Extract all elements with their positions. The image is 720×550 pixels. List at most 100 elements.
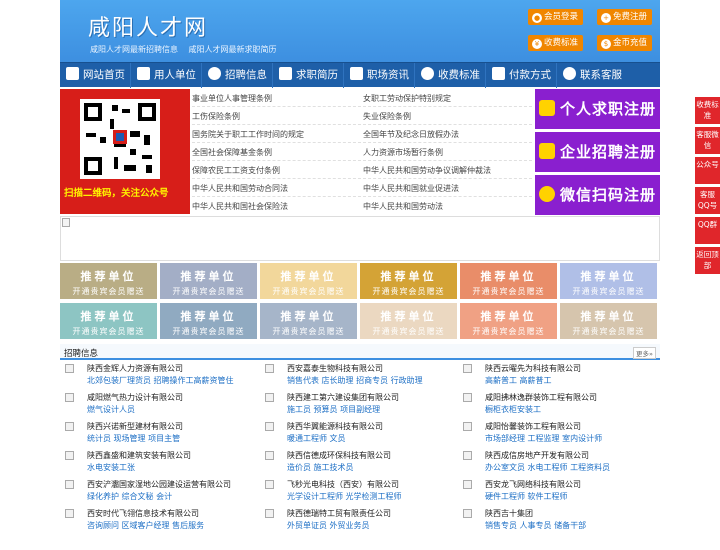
company-name[interactable]: 陕西成信房地产开发有限公司 xyxy=(485,450,589,461)
company-logo-image[interactable] xyxy=(65,451,74,460)
recharge-button[interactable]: $ 金币充值 xyxy=(597,35,653,51)
company-name[interactable]: 陕西兴诺新型建材有限公司 xyxy=(87,421,183,432)
company-name[interactable]: 陕西云曜先为科技有限公司 xyxy=(485,363,581,374)
nav-pricing[interactable]: 收费标准 xyxy=(415,63,486,88)
company-name[interactable]: 陕西金辉人力资源有限公司 xyxy=(87,363,183,374)
law-link[interactable]: 中华人民共和国社会保险法 xyxy=(192,201,288,212)
recommended-employer-slot[interactable]: 推荐单位 开通贵宾会员赠送 xyxy=(460,263,557,299)
company-logo-image[interactable] xyxy=(65,364,74,373)
tagline-latest-resumes[interactable]: 咸阳人才网最新求职简历 xyxy=(189,45,277,54)
company-logo-image[interactable] xyxy=(65,509,74,518)
job-positions[interactable]: 施工员 预算员 项目副经理 xyxy=(287,404,380,415)
recommended-employer-slot[interactable]: 推荐单位 开通贵宾会员赠送 xyxy=(460,303,557,339)
nav-employers[interactable]: 用人单位 xyxy=(131,63,202,88)
recommended-employer-slot[interactable]: 推荐单位 开通贵宾会员赠送 xyxy=(360,263,457,299)
law-link[interactable]: 全国社会保障基金条例 xyxy=(192,147,272,158)
recommended-employer-slot[interactable]: 推荐单位 开通贵宾会员赠送 xyxy=(560,263,657,299)
law-link[interactable]: 中华人民共和国就业促进法 xyxy=(363,183,459,194)
company-logo-image[interactable] xyxy=(265,393,274,402)
company-name[interactable]: 咸阳拂林逸群装饰工程有限公司 xyxy=(485,392,597,403)
law-link[interactable]: 中华人民共和国劳动合同法 xyxy=(192,183,288,194)
company-logo-image[interactable] xyxy=(265,451,274,460)
float-back-to-top[interactable]: 返回顶部 xyxy=(695,247,720,274)
company-logo-image[interactable] xyxy=(463,393,472,402)
company-logo-image[interactable] xyxy=(463,509,472,518)
job-positions[interactable]: 高薪普工 高薪普工 xyxy=(485,375,552,386)
company-logo-image[interactable] xyxy=(265,509,274,518)
job-positions[interactable]: 橱柜衣柜安装工 xyxy=(485,404,541,415)
company-name[interactable]: 咸阳燃气热力设计有限公司 xyxy=(87,392,183,403)
recommended-employer-slot[interactable]: 推荐单位 开通贵宾会员赠送 xyxy=(160,263,257,299)
company-name[interactable]: 陕西信德成环保科技有限公司 xyxy=(287,450,391,461)
company-name[interactable]: 飞秒光电科技（西安）有限公司 xyxy=(287,479,399,490)
recommended-employer-slot[interactable]: 推荐单位 开通贵宾会员赠送 xyxy=(60,303,157,339)
job-positions[interactable]: 硬件工程师 软件工程师 xyxy=(485,491,568,502)
law-link[interactable]: 保障农民工工资支付条例 xyxy=(192,165,280,176)
company-logo-image[interactable] xyxy=(463,422,472,431)
job-positions[interactable]: 销售专员 人事专员 储备干部 xyxy=(485,520,586,531)
employer-register-button[interactable]: 企业招聘注册 xyxy=(535,132,660,172)
nav-jobs[interactable]: 招聘信息 xyxy=(202,63,273,88)
job-seeker-register-button[interactable]: 个人求职注册 xyxy=(535,89,660,129)
job-positions[interactable]: 销售代表 店长助理 招商专员 行政助理 xyxy=(287,375,423,386)
company-name[interactable]: 西安浐灞国家湿地公园建设运营有限公司 xyxy=(87,479,231,490)
job-positions[interactable]: 市场部经理 工程监理 室内设计师 xyxy=(485,433,602,444)
recommended-employer-slot[interactable]: 推荐单位 开通贵宾会员赠送 xyxy=(260,303,357,339)
more-link[interactable]: 更多» xyxy=(633,347,656,359)
law-link[interactable]: 事业单位人事管理条例 xyxy=(192,93,272,104)
recommended-employer-slot[interactable]: 推荐单位 开通贵宾会员赠送 xyxy=(360,303,457,339)
job-positions[interactable]: 燃气设计人员 xyxy=(87,404,135,415)
float-qq-group[interactable]: QQ群 xyxy=(695,217,720,244)
nav-news[interactable]: 职场资讯 xyxy=(344,63,415,88)
law-link[interactable]: 全国年节及纪念日放假办法 xyxy=(363,129,459,140)
law-link[interactable]: 中华人民共和国劳动法 xyxy=(363,201,443,212)
wechat-register-button[interactable]: 微信扫码注册 xyxy=(535,175,660,215)
company-logo-image[interactable] xyxy=(65,422,74,431)
login-button[interactable]: ● 会员登录 xyxy=(528,9,584,25)
job-positions[interactable]: 造价员 施工技术员 xyxy=(287,462,354,473)
company-logo-image[interactable] xyxy=(265,364,274,373)
law-link[interactable]: 中华人民共和国劳动争议调解仲裁法 xyxy=(363,165,491,176)
company-logo-image[interactable] xyxy=(463,480,472,489)
company-logo-image[interactable] xyxy=(65,480,74,489)
float-pricing[interactable]: 收费标准 xyxy=(695,97,720,124)
float-service-wechat[interactable]: 客服微信 xyxy=(695,127,720,154)
nav-home[interactable]: 网站首页 xyxy=(60,63,131,88)
company-name[interactable]: 西安时代飞翎信息技术有限公司 xyxy=(87,508,199,519)
float-service-qq[interactable]: 客服QQ号 xyxy=(695,187,720,214)
site-logo[interactable]: 咸阳人才网 xyxy=(88,10,208,42)
pricing-button[interactable]: ¥ 收费标准 xyxy=(528,35,584,51)
company-name[interactable]: 西安嘉泰生物科技有限公司 xyxy=(287,363,383,374)
recommended-employer-slot[interactable]: 推荐单位 开通贵宾会员赠送 xyxy=(560,303,657,339)
company-name[interactable]: 咸阳怡馨装饰工程有限公司 xyxy=(485,421,581,432)
company-logo-image[interactable] xyxy=(265,480,274,489)
recommended-employer-slot[interactable]: 推荐单位 开通贵宾会员赠送 xyxy=(60,263,157,299)
nav-payment[interactable]: 付款方式 xyxy=(486,63,557,88)
company-name[interactable]: 陕西建工第六建设集团有限公司 xyxy=(287,392,399,403)
company-logo-image[interactable] xyxy=(65,393,74,402)
company-name[interactable]: 陕西华翼能源科技有限公司 xyxy=(287,421,383,432)
nav-contact[interactable]: 联系客服 xyxy=(557,63,627,88)
job-positions[interactable]: 绿化养护 综合文秘 会计 xyxy=(87,491,172,502)
law-link[interactable]: 人力资源市场暂行条例 xyxy=(363,147,443,158)
register-button[interactable]: + 免费注册 xyxy=(597,9,653,25)
recommended-employer-slot[interactable]: 推荐单位 开通贵宾会员赠送 xyxy=(260,263,357,299)
law-link[interactable]: 女职工劳动保护特别规定 xyxy=(363,93,451,104)
job-positions[interactable]: 光学设计工程师 光学检测工程师 xyxy=(287,491,402,502)
company-logo-image[interactable] xyxy=(463,364,472,373)
job-positions[interactable]: 统计员 现场管理 项目主管 xyxy=(87,433,180,444)
job-positions[interactable]: 北郊包装厂理货员 招聘操作工高薪资管住 xyxy=(87,375,234,386)
tagline-latest-jobs[interactable]: 咸阳人才网最新招聘信息 xyxy=(90,45,178,54)
nav-resumes[interactable]: 求职简历 xyxy=(273,63,344,88)
float-official-account[interactable]: 公众号 xyxy=(695,157,720,184)
job-positions[interactable]: 外贸单证员 外贸业务员 xyxy=(287,520,370,531)
ad-banner[interactable] xyxy=(60,216,660,261)
law-link[interactable]: 国务院关于职工工作时间的规定 xyxy=(192,129,304,140)
law-link[interactable]: 工伤保险条例 xyxy=(192,111,240,122)
company-logo-image[interactable] xyxy=(463,451,472,460)
company-name[interactable]: 西安龙飞网络科技有限公司 xyxy=(485,479,581,490)
job-positions[interactable]: 办公室文员 水电工程师 工程资料员 xyxy=(485,462,610,473)
law-link[interactable]: 失业保险条例 xyxy=(363,111,411,122)
company-logo-image[interactable] xyxy=(265,422,274,431)
job-positions[interactable]: 咨询顾问 区域客户经理 售后服务 xyxy=(87,520,204,531)
